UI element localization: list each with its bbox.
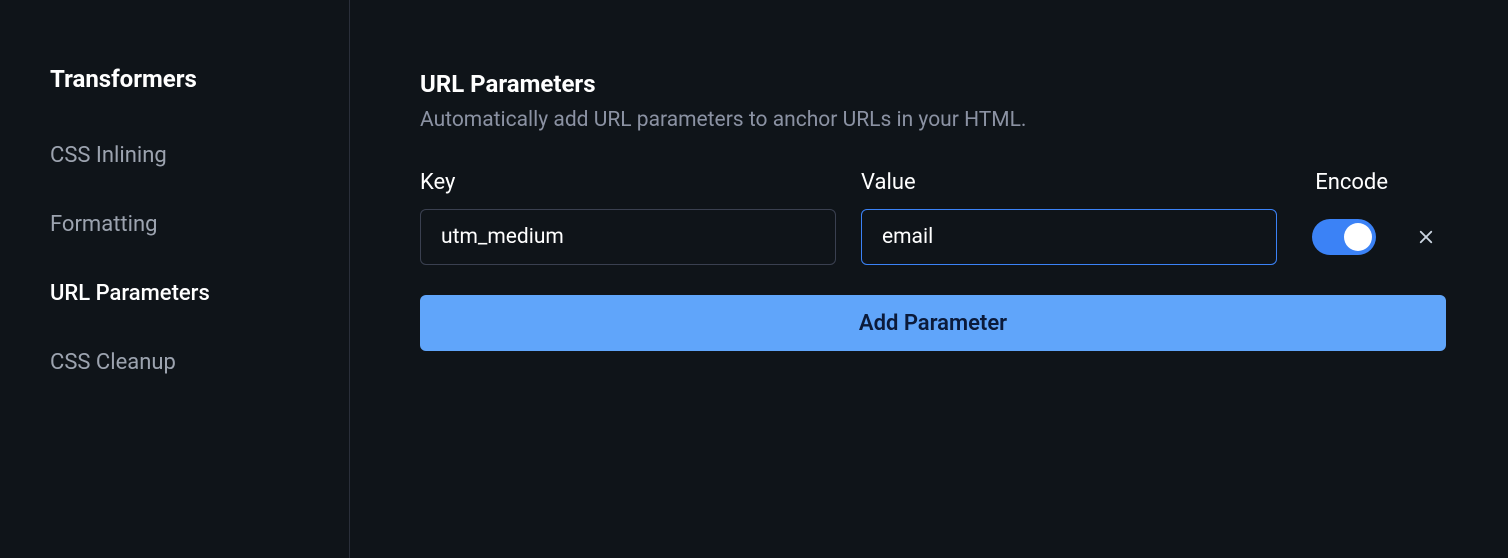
add-parameter-button[interactable]: Add Parameter — [420, 295, 1446, 351]
column-header-value: Value — [861, 170, 1298, 195]
encode-controls — [1312, 219, 1448, 255]
parameter-row — [420, 209, 1448, 265]
column-headers: Key Value Encode — [420, 170, 1448, 195]
sidebar-item-formatting[interactable]: Formatting — [50, 212, 299, 237]
sidebar-item-css-cleanup[interactable]: CSS Cleanup — [50, 350, 299, 375]
toggle-knob — [1344, 223, 1372, 251]
remove-parameter-button[interactable] — [1414, 225, 1438, 249]
key-input[interactable] — [420, 209, 836, 265]
encode-toggle[interactable] — [1312, 219, 1376, 255]
close-icon — [1417, 228, 1435, 246]
column-header-encode: Encode — [1315, 170, 1388, 195]
main-panel: URL Parameters Automatically add URL par… — [350, 0, 1508, 558]
section-title: URL Parameters — [420, 70, 1448, 98]
section-subtitle: Automatically add URL parameters to anch… — [420, 108, 1448, 132]
column-header-key: Key — [420, 170, 861, 195]
sidebar-item-css-inlining[interactable]: CSS Inlining — [50, 143, 299, 168]
sidebar-item-url-parameters[interactable]: URL Parameters — [50, 281, 299, 306]
sidebar-title: Transformers — [50, 65, 299, 93]
value-input[interactable] — [861, 209, 1277, 265]
sidebar: Transformers CSS Inlining Formatting URL… — [0, 0, 350, 558]
